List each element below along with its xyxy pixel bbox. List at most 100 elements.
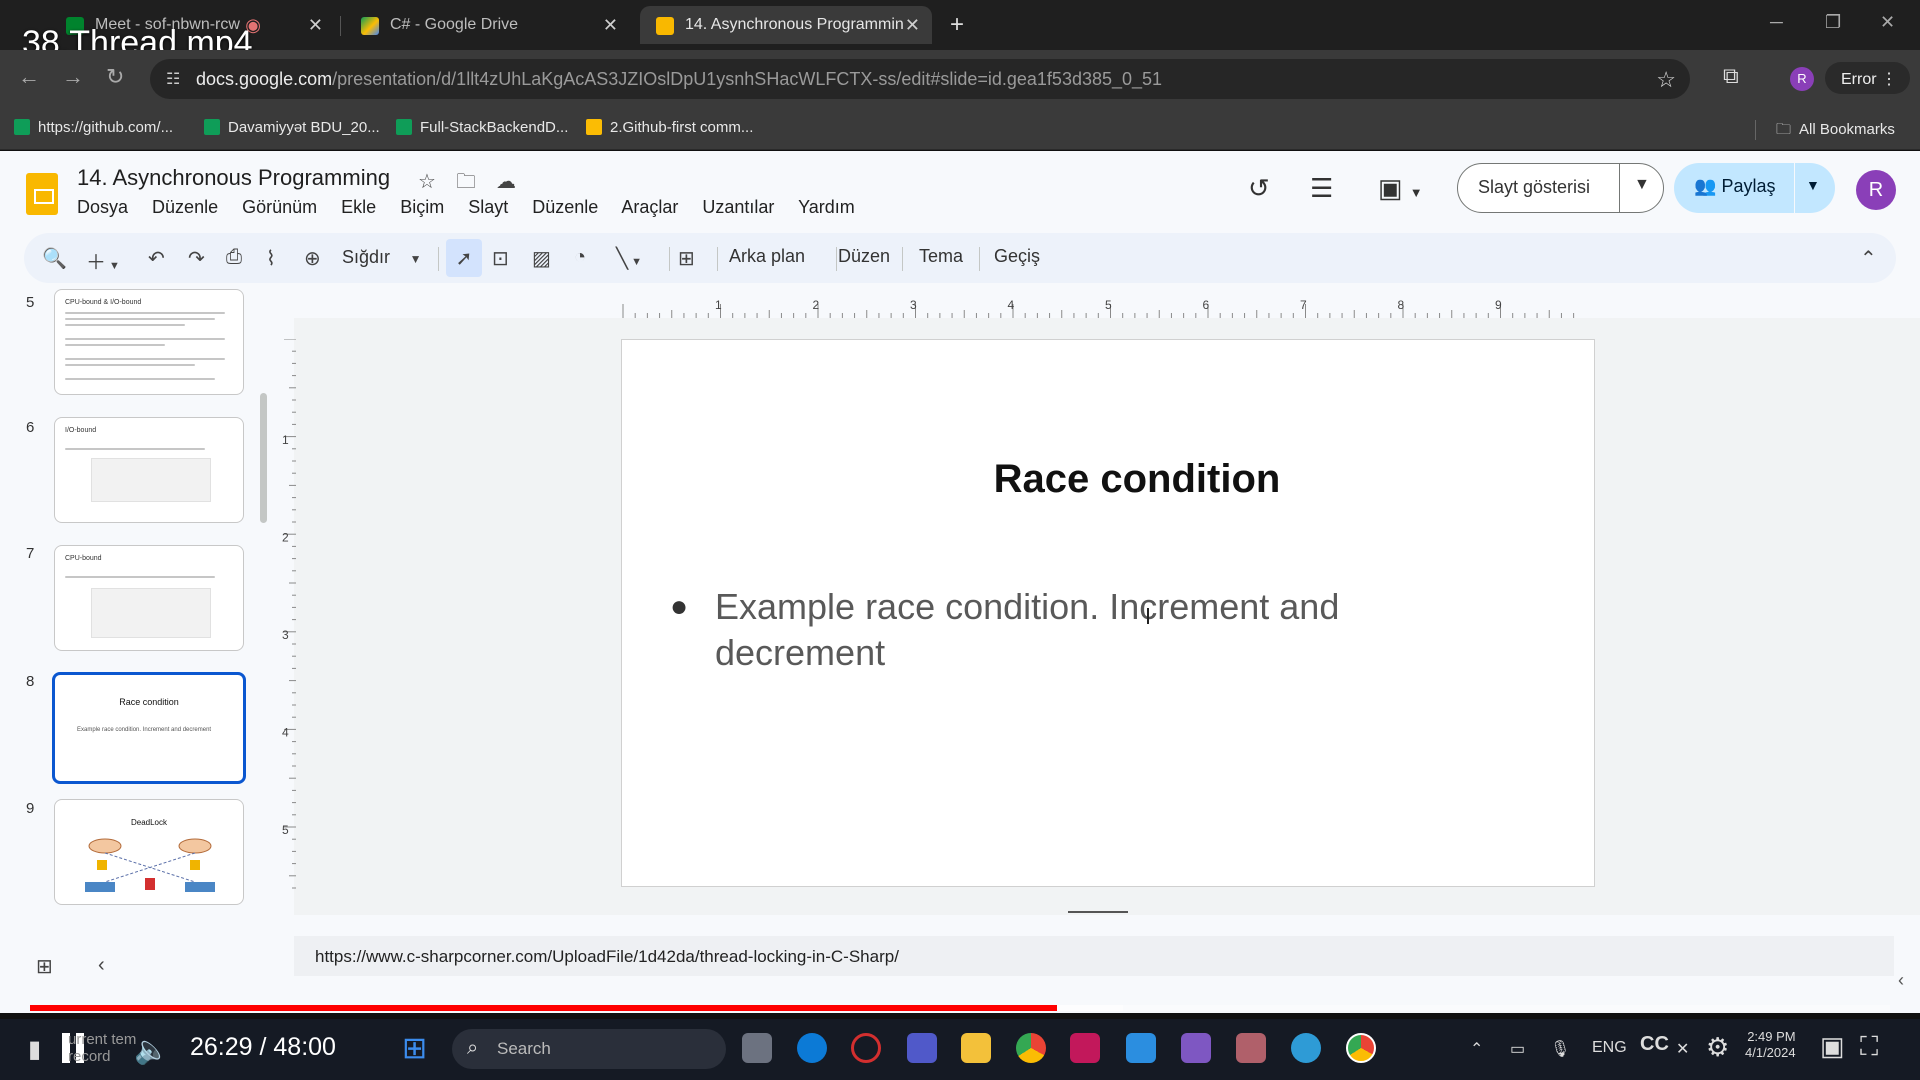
- new-slide-icon[interactable]: ＋ ▼: [86, 246, 120, 275]
- layout-button[interactable]: Düzen: [838, 246, 890, 267]
- collapse-filmstrip-icon[interactable]: ‹: [98, 954, 105, 977]
- system-clock[interactable]: 2:49 PM 4/1/2024: [1745, 1029, 1796, 1061]
- version-history-icon[interactable]: ↺: [1248, 173, 1270, 204]
- shape-icon[interactable]: ◔: [574, 246, 586, 269]
- menu-tools[interactable]: Araçlar: [621, 197, 678, 217]
- chrome-icon[interactable]: [1016, 1033, 1046, 1063]
- menu-arrange[interactable]: Düzenle: [532, 197, 598, 217]
- edge-icon[interactable]: [797, 1033, 827, 1063]
- horizontal-ruler[interactable]: 1 2 3 4 5 6 7 8 9: [620, 300, 1596, 318]
- slides-logo-icon[interactable]: [26, 173, 58, 215]
- new-tab-button[interactable]: +: [950, 11, 964, 39]
- tab-slides[interactable]: 14. Asynchronous Programmin ✕: [640, 6, 932, 44]
- zoom-select[interactable]: Sığdır ▼: [342, 246, 421, 269]
- file-explorer-icon[interactable]: [961, 1033, 991, 1063]
- collapse-toolbar-icon[interactable]: ⌃: [1860, 246, 1877, 271]
- cast-icon[interactable]: ▭: [1510, 1039, 1525, 1059]
- document-title[interactable]: 14. Asynchronous Programming: [77, 165, 390, 191]
- language-indicator[interactable]: ENG: [1592, 1039, 1627, 1057]
- slideshow-button[interactable]: Slayt gösterisi ▼: [1457, 163, 1664, 213]
- redo-icon[interactable]: ↷: [188, 246, 205, 271]
- teams-icon[interactable]: [907, 1033, 937, 1063]
- app-icon[interactable]: [1236, 1033, 1266, 1063]
- miniplayer-icon[interactable]: ▣: [1820, 1031, 1845, 1062]
- vscode-icon[interactable]: [1126, 1033, 1156, 1063]
- slide-thumbnail[interactable]: CPU-bound & I/O-bound: [54, 289, 244, 395]
- browser-app-icon[interactable]: [1291, 1033, 1321, 1063]
- text-box-icon[interactable]: ⊡: [492, 246, 509, 271]
- close-icon[interactable]: ✕: [603, 15, 618, 36]
- menu-insert[interactable]: Ekle: [341, 197, 376, 217]
- chrome-active-icon[interactable]: [1346, 1033, 1376, 1063]
- rider-icon[interactable]: [1070, 1033, 1100, 1063]
- forward-icon[interactable]: →: [62, 64, 84, 90]
- filmstrip-scrollbar[interactable]: [260, 393, 267, 523]
- star-icon[interactable]: ☆: [418, 171, 436, 193]
- slide-bullet-text[interactable]: ● Example race condition. Increment and …: [670, 584, 1505, 676]
- slide-thumbnail[interactable]: I/O-bound: [54, 417, 244, 523]
- menu-view[interactable]: Görünüm: [242, 197, 317, 217]
- close-icon[interactable]: ✕: [308, 15, 323, 36]
- menu-slide[interactable]: Slayt: [468, 197, 508, 217]
- task-view-icon[interactable]: [742, 1033, 772, 1063]
- tray-overflow-icon[interactable]: ⌃: [1470, 1039, 1483, 1059]
- bookmark-item[interactable]: https://github.com/...: [14, 119, 173, 136]
- slide-title[interactable]: Race condition: [622, 457, 1652, 502]
- error-button[interactable]: Error ⋮: [1825, 62, 1910, 94]
- vertical-ruler[interactable]: 1 2 3 4 5: [280, 339, 296, 899]
- comments-icon[interactable]: ☰: [1310, 173, 1333, 204]
- menu-help[interactable]: Yardım: [798, 197, 855, 217]
- notes-resize-handle[interactable]: [1068, 911, 1128, 913]
- reload-icon[interactable]: ↻: [106, 64, 124, 90]
- microphone-icon[interactable]: 🎙: [1550, 1039, 1570, 1059]
- taskbar-search[interactable]: ⌕ Search: [452, 1029, 726, 1069]
- tab-google-drive[interactable]: C# - Google Drive ✕: [345, 6, 630, 44]
- share-button[interactable]: 👥 Paylaş ▼: [1674, 163, 1835, 213]
- volume-icon[interactable]: 🔈: [134, 1033, 169, 1066]
- slide-thumbnail[interactable]: CPU-bound: [54, 545, 244, 651]
- print-icon[interactable]: ⎙: [226, 246, 242, 269]
- cloud-status-icon[interactable]: ☁: [496, 171, 516, 193]
- visual-studio-icon[interactable]: [1181, 1033, 1211, 1063]
- line-icon[interactable]: ╲ ▼: [616, 246, 642, 271]
- bookmark-item[interactable]: 2.Github-first comm...: [586, 119, 753, 136]
- select-tool-icon[interactable]: ➚: [446, 239, 482, 277]
- windows-start-icon[interactable]: ⊞: [402, 1031, 427, 1066]
- menu-format[interactable]: Biçim: [400, 197, 444, 217]
- background-button[interactable]: Arka plan: [729, 246, 805, 267]
- zoom-icon[interactable]: ⊕: [304, 246, 321, 271]
- video-progress-bar[interactable]: [30, 1005, 1890, 1011]
- transition-button[interactable]: Geçiş: [994, 246, 1040, 267]
- paint-format-icon[interactable]: ⌇: [266, 246, 276, 271]
- opera-icon[interactable]: [851, 1033, 881, 1063]
- fullscreen-icon[interactable]: ⛶: [1860, 1031, 1878, 1063]
- chevron-down-icon[interactable]: ▼: [1806, 177, 1820, 193]
- slide-thumbnail[interactable]: DeadLock: [54, 799, 244, 905]
- side-panel-toggle-icon[interactable]: ‹: [1898, 970, 1904, 991]
- omnibox[interactable]: ☷ docs.google.com/presentation/d/1llt4zU…: [150, 59, 1690, 99]
- menu-file[interactable]: Dosya: [77, 197, 128, 217]
- captions-icon[interactable]: CC: [1640, 1033, 1669, 1056]
- browser-profile-avatar[interactable]: R: [1790, 67, 1814, 91]
- bookmark-item[interactable]: Full-StackBackendD...: [396, 119, 568, 136]
- back-icon[interactable]: ←: [18, 64, 40, 90]
- site-info-icon[interactable]: ☷: [166, 69, 180, 89]
- insert-comment-icon[interactable]: ⊞: [678, 246, 695, 271]
- insert-image-icon[interactable]: ▨: [532, 246, 551, 271]
- bookmark-star-icon[interactable]: ☆: [1656, 67, 1676, 93]
- chevron-down-icon[interactable]: ▼: [1634, 176, 1650, 194]
- bookmark-item[interactable]: Davamiyyət BDU_20...: [204, 119, 380, 136]
- settings-gear-icon[interactable]: ⚙: [1706, 1032, 1729, 1063]
- search-menus-icon[interactable]: 🔍: [42, 246, 67, 271]
- move-folder-icon[interactable]: 🗀: [456, 171, 476, 193]
- widgets-icon[interactable]: ▮: [28, 1035, 41, 1064]
- close-window-icon[interactable]: ✕: [1880, 12, 1895, 33]
- menu-edit[interactable]: Düzenle: [152, 197, 218, 217]
- url-text[interactable]: docs.google.com/presentation/d/1llt4zUhL…: [196, 69, 1162, 90]
- restore-icon[interactable]: ❐: [1825, 12, 1841, 33]
- meet-camera-icon[interactable]: ▣ ▼: [1378, 173, 1423, 204]
- mute-icon[interactable]: ✕: [1676, 1039, 1689, 1059]
- speaker-notes[interactable]: https://www.c-sharpcorner.com/UploadFile…: [294, 936, 1894, 976]
- slide-canvas[interactable]: Race condition ● Example race condition.…: [621, 339, 1595, 887]
- all-bookmarks-button[interactable]: 🗀 All Bookmarks: [1776, 119, 1895, 144]
